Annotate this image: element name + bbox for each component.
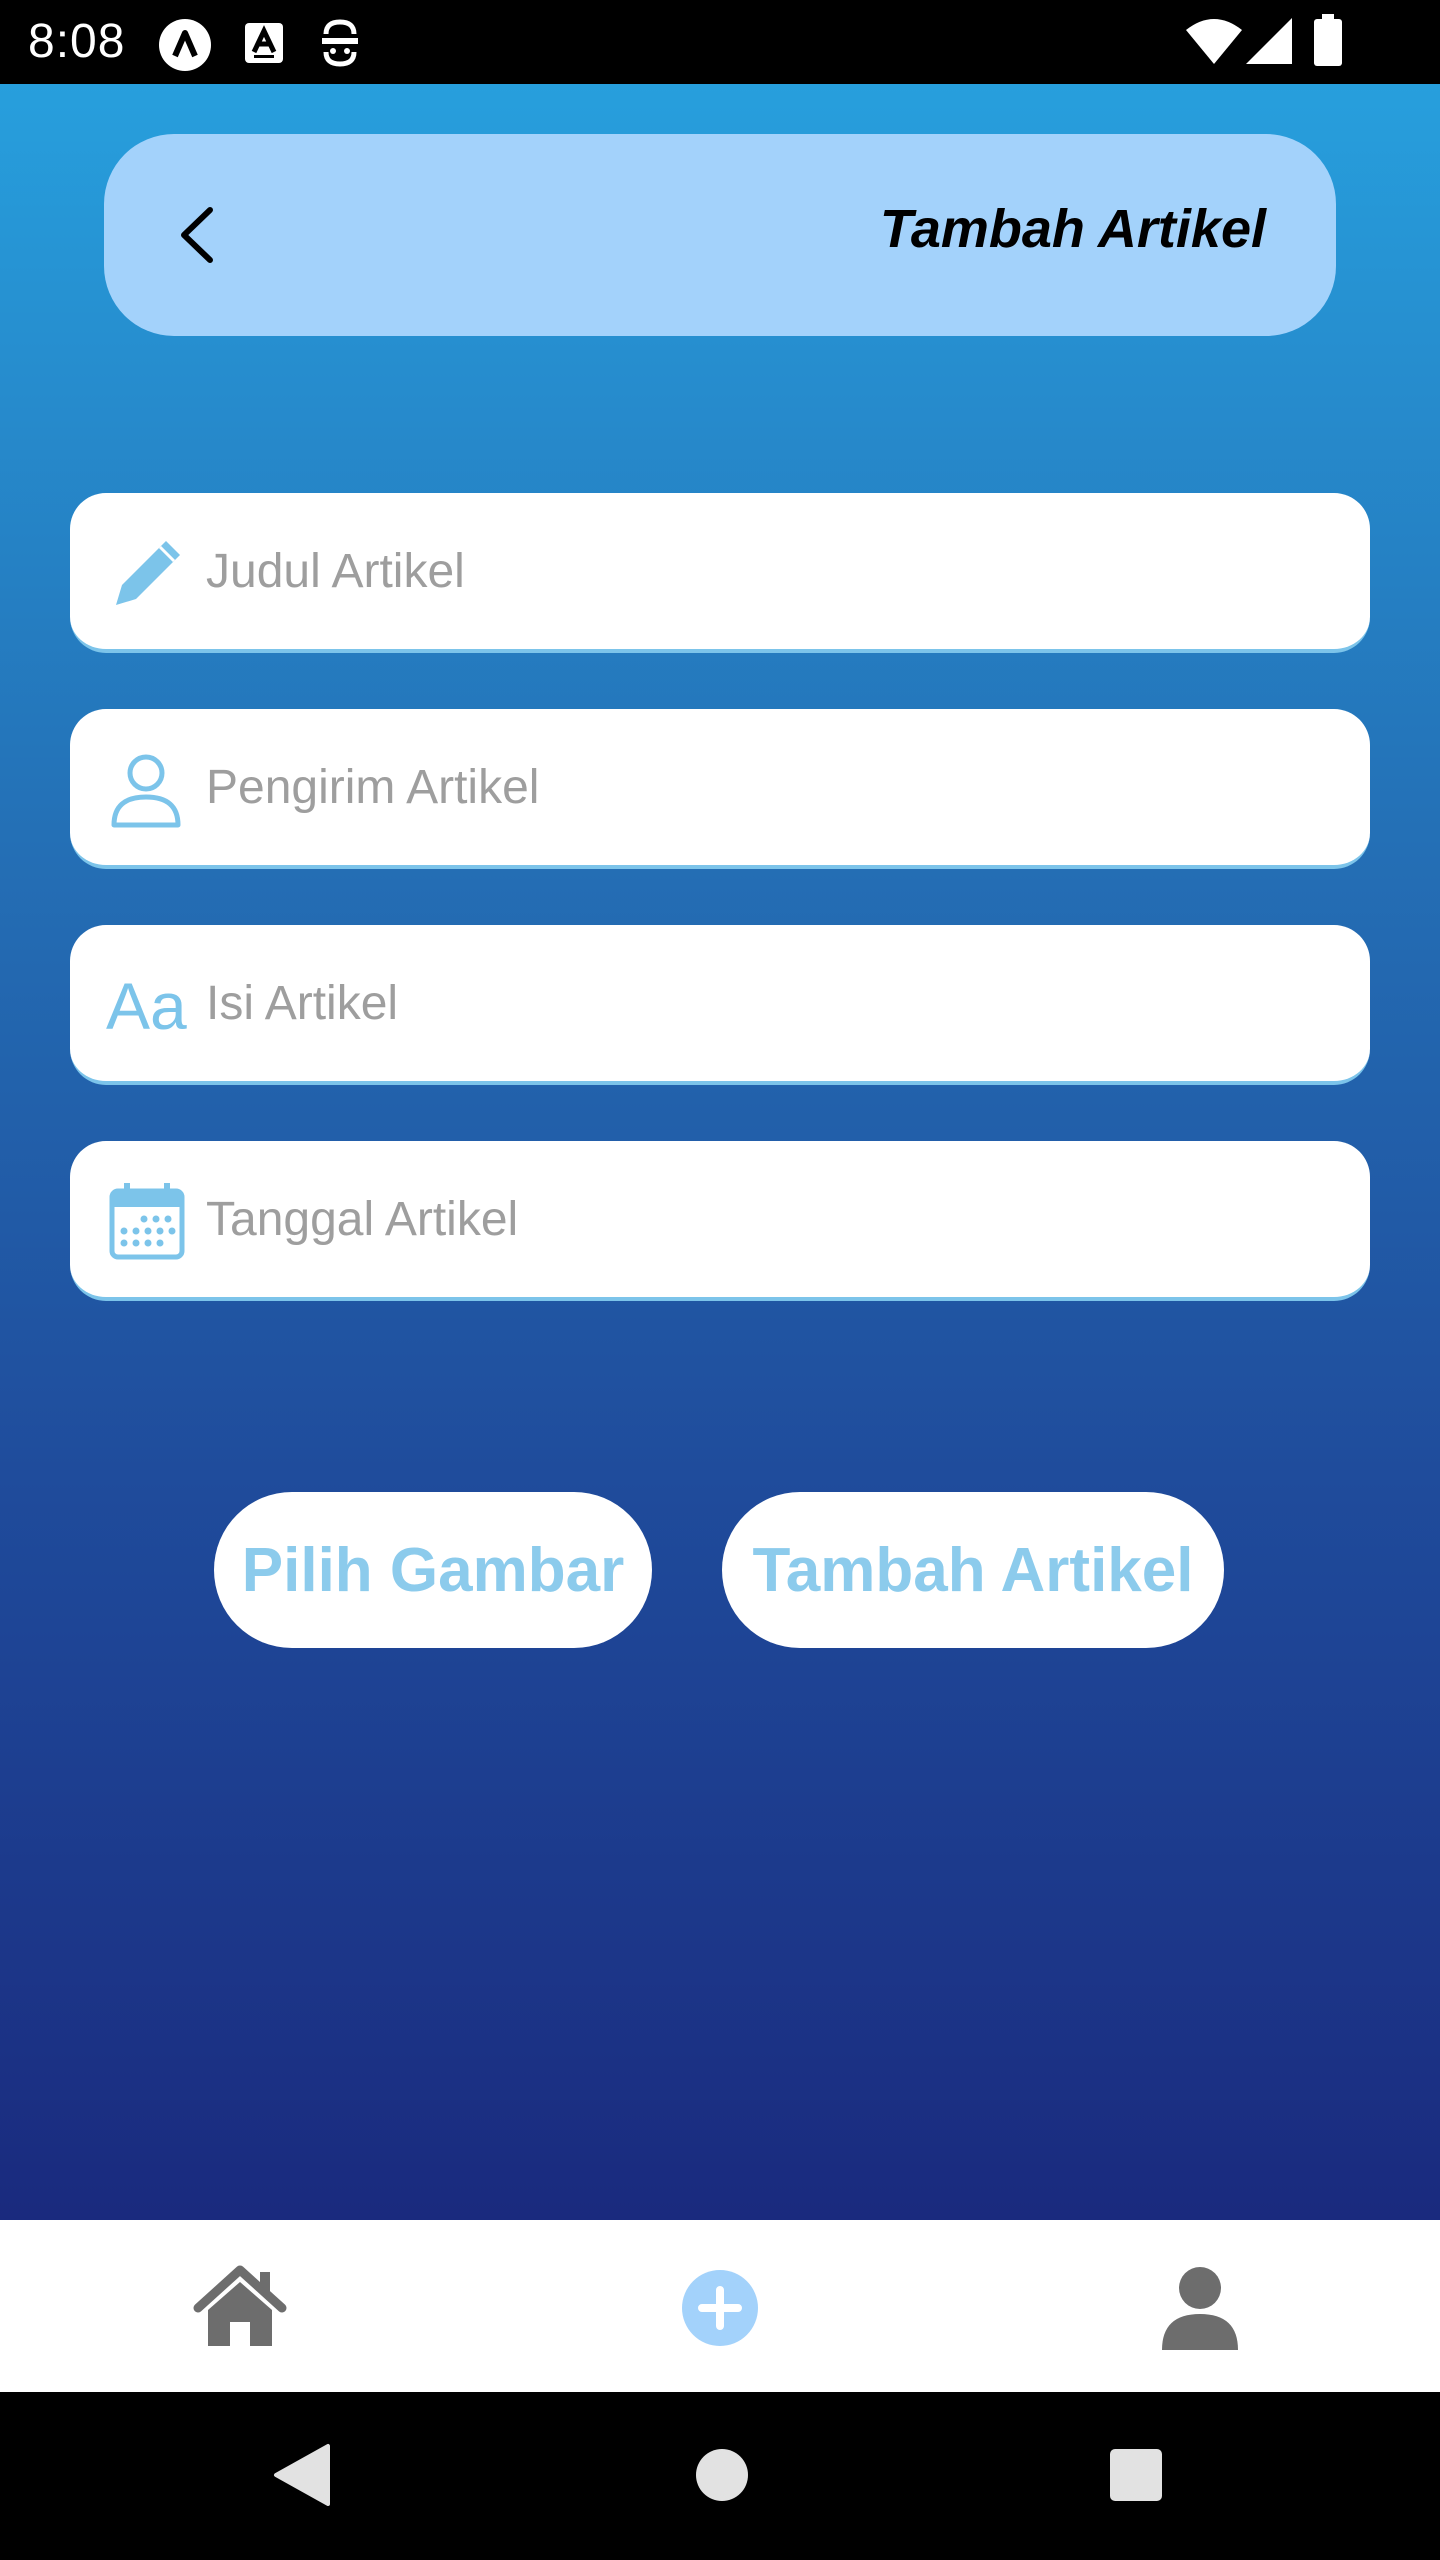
battery-icon: [1314, 14, 1342, 71]
svg-text:Aa: Aa: [106, 969, 187, 1043]
content-input[interactable]: [206, 925, 1336, 1081]
status-time: 8:08: [28, 15, 126, 68]
sender-input[interactable]: [206, 709, 1336, 865]
date-input[interactable]: [206, 1141, 1336, 1297]
title-input[interactable]: [206, 493, 1336, 649]
bottom-navigation: [0, 2220, 1440, 2392]
system-back-icon[interactable]: [270, 2442, 332, 2513]
pick-image-button[interactable]: Pilih Gambar: [214, 1492, 652, 1648]
main-content: Tambah Artikel Aa: [0, 84, 1440, 2220]
date-field[interactable]: [70, 1141, 1370, 1301]
face-icon: [320, 18, 360, 73]
sender-field[interactable]: [70, 709, 1370, 869]
system-recents-icon[interactable]: [1108, 2442, 1164, 2513]
title-field[interactable]: [70, 493, 1370, 653]
text-format-icon: Aa: [106, 965, 188, 1047]
add-article-button[interactable]: Tambah Artikel: [722, 1492, 1224, 1648]
pencil-icon: [106, 533, 188, 615]
home-icon[interactable]: [192, 2260, 288, 2356]
signal-icon: [1246, 18, 1292, 69]
page-title: Tambah Artikel: [879, 199, 1266, 259]
calendar-icon: [106, 1181, 188, 1263]
add-circle-icon[interactable]: [672, 2260, 768, 2356]
system-home-icon[interactable]: [694, 2442, 750, 2513]
content-field[interactable]: Aa: [70, 925, 1370, 1085]
profile-icon[interactable]: [1152, 2260, 1248, 2356]
a-circle-icon: [158, 18, 212, 77]
system-navigation-bar: [0, 2392, 1440, 2560]
app-bar: Tambah Artikel: [104, 134, 1336, 336]
a-box-icon: [244, 22, 284, 69]
back-arrow-icon[interactable]: [164, 200, 234, 270]
wifi-icon: [1186, 18, 1242, 69]
person-icon: [106, 749, 188, 831]
status-bar: 8:08: [0, 0, 1440, 84]
